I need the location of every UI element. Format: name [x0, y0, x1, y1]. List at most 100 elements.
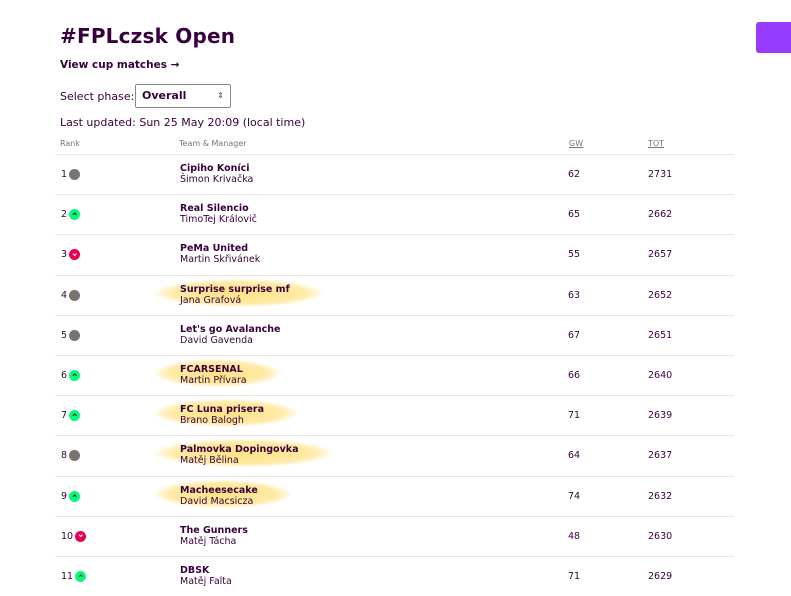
total-points: 2632 — [648, 490, 673, 502]
rank-cell: 8 — [61, 436, 81, 475]
team-manager-cell[interactable]: Cipiho Koníci Šimon Krivačka — [180, 163, 253, 186]
phase-label: Select phase: — [60, 90, 135, 103]
rank-number: 1 — [61, 169, 68, 180]
gw-points: 55 — [568, 249, 581, 261]
last-updated-text: Last updated: Sun 25 May 20:09 (local ti… — [60, 116, 306, 129]
table-row: 1 Cipiho Koníci Šimon Krivačka 62 2731 — [55, 154, 734, 194]
manager-name: Matěj Tácha — [180, 535, 237, 547]
rank-number: 3 — [61, 249, 68, 261]
rank-number: 10 — [61, 530, 74, 542]
movement-same-icon — [69, 289, 81, 301]
gw-points: 63 — [568, 289, 581, 301]
total-points: 2731 — [648, 169, 673, 180]
team-manager-cell[interactable]: FC Luna prisera Brano Balogh — [154, 399, 298, 428]
team-name[interactable]: Let's go Avalanche — [180, 324, 280, 335]
page-title: #FPLczsk Open — [60, 24, 236, 48]
manager-name: Matěj Falta — [180, 575, 232, 587]
team-manager-cell[interactable]: Let's go Avalanche David Gavenda — [180, 324, 280, 347]
team-name[interactable]: PeMa United — [180, 243, 260, 254]
rank-number: 9 — [61, 490, 68, 502]
total-points: 2657 — [648, 249, 673, 261]
gw-points: 64 — [568, 450, 581, 462]
team-name[interactable]: Cipiho Koníci — [180, 163, 253, 174]
total-points: 2629 — [648, 570, 673, 582]
team-manager-cell[interactable]: FCARSENAL Martin Přívara — [154, 358, 281, 387]
team-manager-cell[interactable]: Real Silencio TimoTej Královič — [180, 203, 257, 226]
team-manager-cell[interactable]: DBSK Matěj Falta — [180, 565, 232, 588]
rank-cell: 10 — [61, 517, 87, 556]
view-cup-matches-link[interactable]: View cup matches → — [60, 59, 179, 71]
team-manager-cell[interactable]: Macheesecake David Macsicza — [154, 479, 292, 508]
rank-cell: 1 — [61, 155, 81, 194]
movement-up-icon — [69, 410, 81, 422]
gw-points: 74 — [568, 490, 581, 502]
movement-up-icon — [75, 570, 87, 582]
table-row: 8 Palmovka Dopingovka Matěj Bělina 64 2637 — [55, 435, 734, 475]
team-name[interactable]: DBSK — [180, 565, 232, 576]
rank-cell: 2 — [61, 195, 81, 234]
team-name[interactable]: Surprise surprise mf — [180, 284, 290, 295]
manager-name: Matěj Bělina — [180, 455, 239, 467]
header-rank: Rank — [60, 139, 80, 148]
header-team-manager: Team & Manager — [179, 139, 247, 148]
table-row: 9 Macheesecake David Macsicza 74 2632 — [55, 475, 734, 516]
gw-points: 67 — [568, 329, 581, 341]
team-manager-cell[interactable]: Palmovka Dopingovka Matěj Bělina — [154, 439, 333, 468]
team-manager-cell[interactable]: The Gunners Matěj Tácha — [180, 525, 248, 548]
team-manager-cell[interactable]: Surprise surprise mf Jana Grafová — [154, 278, 324, 307]
table-row: 10 The Gunners Matěj Tácha 48 2630 — [55, 515, 734, 556]
rank-number: 6 — [61, 369, 68, 381]
table-row: 3 PeMa United Martin Skřivánek 55 2657 — [55, 234, 734, 274]
gw-points: 71 — [568, 570, 581, 582]
phase-select[interactable]: Overall ⇕ — [135, 84, 231, 108]
table-header: Rank Team & Manager GW TOT — [60, 139, 734, 153]
team-name[interactable]: Real Silencio — [180, 203, 257, 214]
total-points: 2637 — [648, 450, 673, 462]
rank-cell: 4 — [61, 276, 81, 315]
rank-number: 5 — [61, 329, 68, 341]
team-manager-cell[interactable]: PeMa United Martin Skřivánek — [180, 243, 260, 266]
team-name[interactable]: The Gunners — [180, 525, 248, 536]
gw-points: 62 — [568, 169, 581, 180]
movement-down-icon — [75, 530, 87, 542]
manager-name: Martin Skřivánek — [180, 254, 261, 266]
movement-up-icon — [69, 490, 81, 502]
gw-points: 48 — [568, 530, 581, 542]
team-name[interactable]: FCARSENAL — [180, 364, 247, 375]
select-arrows-icon: ⇕ — [217, 91, 224, 100]
total-points: 2639 — [648, 410, 673, 422]
rank-cell: 7 — [61, 396, 81, 435]
rank-cell: 6 — [61, 356, 81, 395]
manager-name: David Macsicza — [180, 495, 254, 507]
team-name[interactable]: FC Luna prisera — [180, 404, 264, 415]
manager-name: Jana Grafová — [180, 294, 242, 306]
standings-table: 1 Cipiho Koníci Šimon Krivačka 62 2731 2 Real … — [55, 154, 734, 596]
manager-name: TimoTej Královič — [180, 214, 257, 226]
table-row: 7 FC Luna prisera Brano Balogh 71 2639 — [55, 395, 734, 435]
manager-name: Brano Balogh — [180, 415, 244, 427]
manager-name: David Gavenda — [180, 334, 253, 346]
rank-cell: 11 — [61, 557, 87, 596]
rank-number: 7 — [61, 410, 68, 422]
rank-number: 8 — [61, 450, 68, 462]
side-action-button[interactable] — [756, 22, 791, 53]
header-gw[interactable]: GW — [569, 139, 583, 148]
movement-up-icon — [69, 209, 81, 221]
movement-same-icon — [69, 169, 81, 180]
team-name[interactable]: Palmovka Dopingovka — [180, 444, 299, 455]
total-points: 2652 — [648, 289, 673, 301]
header-tot[interactable]: TOT — [648, 139, 664, 148]
phase-select-value: Overall — [142, 89, 187, 102]
table-row: 6 FCARSENAL Martin Přívara 66 2640 — [55, 354, 734, 395]
rank-cell: 3 — [61, 235, 81, 274]
movement-down-icon — [69, 249, 81, 261]
rank-number: 4 — [61, 289, 68, 301]
team-name[interactable]: Macheesecake — [180, 485, 258, 496]
rank-number: 11 — [61, 570, 74, 582]
rank-cell: 5 — [61, 316, 81, 355]
table-row: 5 Let's go Avalanche David Gavenda 67 2651 — [55, 314, 734, 355]
rank-cell: 9 — [61, 477, 81, 516]
table-row: 4 Surprise surprise mf Jana Grafová 63 2652 — [55, 274, 734, 315]
rank-number: 2 — [61, 209, 68, 221]
gw-points: 65 — [568, 209, 581, 221]
